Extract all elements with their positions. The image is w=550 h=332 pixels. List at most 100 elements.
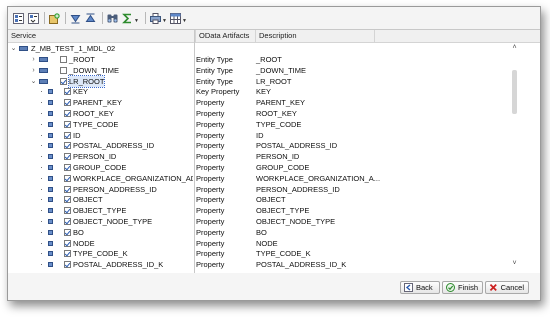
layout-grid-icon bbox=[170, 12, 181, 24]
include-checkbox[interactable] bbox=[64, 131, 71, 139]
artifact-cell: Property bbox=[196, 173, 225, 183]
artifact-cell: Entity Type bbox=[196, 76, 233, 86]
description-cell: POSTAL_ADDRESS_ID bbox=[256, 141, 338, 151]
include-checkbox[interactable] bbox=[64, 164, 71, 171]
tree-connector-dot bbox=[41, 242, 42, 244]
column-header-service[interactable]: Service bbox=[8, 30, 194, 42]
include-checkbox[interactable] bbox=[64, 110, 71, 117]
add-node-button[interactable] bbox=[49, 12, 60, 24]
column-header-row: Service OData Artifacts Description bbox=[8, 30, 540, 43]
finish-button[interactable]: Finish bbox=[442, 281, 483, 294]
toolbar-separator bbox=[44, 12, 45, 24]
include-checkbox[interactable] bbox=[64, 142, 71, 150]
tree-row-property[interactable]: WORKPLACE_ORGANIZATION_ADDI Property WORKP… bbox=[8, 173, 508, 184]
description-cell: _ROOT bbox=[256, 55, 282, 64]
move-down-button[interactable] bbox=[70, 12, 81, 24]
include-checkbox[interactable] bbox=[60, 66, 67, 74]
include-checkbox[interactable] bbox=[64, 99, 71, 107]
tree-row-property[interactable]: PERSON_ID Property PERSON_ID bbox=[8, 151, 508, 162]
find-icon bbox=[107, 14, 118, 22]
artifact-cell: Property bbox=[196, 238, 225, 248]
tree-row-entity-type[interactable]: › _DOWN_TIME Entity Type _DOWN_TIME bbox=[8, 65, 508, 76]
include-checkbox[interactable] bbox=[60, 56, 67, 63]
scroll-up-icon[interactable]: ˄ bbox=[510, 43, 519, 52]
artifact-cell: Property bbox=[196, 195, 225, 205]
tree-row-entity-type[interactable]: ⌄ LR_ROOT Entity Type LR_ROOT bbox=[8, 74, 508, 88]
toolbar-separator bbox=[145, 12, 146, 24]
tree-row-property[interactable]: PARENT_KEY Property PARENT_KEY bbox=[8, 97, 508, 108]
tree-connector-dot bbox=[41, 177, 42, 179]
include-checkbox[interactable] bbox=[64, 228, 71, 236]
description-cell: LR_ROOT bbox=[256, 76, 292, 86]
column-header-description[interactable]: Description bbox=[255, 30, 375, 42]
property-icon bbox=[48, 240, 53, 246]
artifact-cell: Property bbox=[196, 141, 225, 151]
include-checkbox[interactable] bbox=[64, 174, 71, 182]
property-icon bbox=[48, 219, 53, 224]
layout-button[interactable]: ▼ bbox=[170, 12, 187, 24]
vertical-scrollbar[interactable]: ˄ ˅ bbox=[510, 43, 519, 274]
dropdown-caret-icon: ▼ bbox=[162, 18, 167, 24]
description-cell: NODE bbox=[256, 238, 278, 248]
back-button[interactable]: Back bbox=[400, 281, 440, 294]
description-cell: OBJECT_NODE_TYPE bbox=[256, 217, 336, 226]
include-checkbox[interactable] bbox=[64, 153, 71, 161]
tree-row-property[interactable]: OBJECT_TYPE Property OBJECT_TYPE bbox=[8, 205, 508, 216]
tree-row-property[interactable]: BO Property BO bbox=[8, 227, 508, 238]
collapse-chevron-icon[interactable]: ⌄ bbox=[30, 76, 37, 87]
find-button[interactable] bbox=[107, 12, 118, 24]
tree-row-property[interactable]: GROUP_CODE Property GROUP_CODE bbox=[8, 162, 508, 173]
sum-button[interactable]: ▼ bbox=[122, 12, 139, 24]
tree-row-property[interactable]: ROOT_KEY Property ROOT_KEY bbox=[8, 108, 508, 119]
tree-row-property[interactable]: PERSON_ADDRESS_ID Property PERSON_ADDRESS_… bbox=[8, 184, 508, 195]
expand-all-button[interactable] bbox=[13, 12, 24, 24]
description-cell: _DOWN_TIME bbox=[256, 65, 307, 75]
finish-label: Finish bbox=[457, 283, 478, 292]
tree-row-property[interactable]: POSTAL_ADDRESS_ID_K Property POSTAL_ADDRES… bbox=[8, 259, 508, 270]
column-header-artifacts[interactable]: OData Artifacts bbox=[195, 30, 255, 42]
include-checkbox[interactable] bbox=[64, 261, 71, 269]
scroll-down-icon[interactable]: ˅ bbox=[510, 259, 519, 268]
back-label: Back bbox=[416, 283, 433, 292]
tree-connector-dot bbox=[41, 156, 42, 158]
tree-row-property[interactable]: NODE Property NODE bbox=[8, 238, 508, 249]
cancel-button[interactable]: Cancel bbox=[485, 281, 529, 294]
artifact-cell: Property bbox=[196, 249, 225, 259]
include-checkbox[interactable] bbox=[64, 218, 71, 225]
collapse-chevron-icon[interactable]: ⌄ bbox=[10, 43, 17, 54]
include-checkbox[interactable] bbox=[64, 185, 71, 193]
tree-node-label: _ROOT bbox=[69, 55, 95, 64]
print-button[interactable]: ▼ bbox=[150, 12, 167, 24]
include-checkbox[interactable] bbox=[64, 250, 71, 258]
tree-row-property[interactable]: TYPE_CODE Property TYPE_CODE bbox=[8, 119, 508, 130]
include-checkbox[interactable] bbox=[64, 120, 71, 128]
tree-connector-dot bbox=[41, 264, 42, 266]
tree-connector-dot bbox=[41, 167, 42, 168]
expand-chevron-icon[interactable]: › bbox=[30, 54, 37, 65]
artifact-cell: Property bbox=[196, 109, 225, 118]
tree-row-property[interactable]: KEY Key Property KEY bbox=[8, 86, 508, 97]
tree-node-label: _DOWN_TIME bbox=[69, 65, 120, 75]
expand-chevron-icon[interactable]: › bbox=[30, 65, 37, 76]
tree-row-property[interactable]: OBJECT_NODE_TYPE Property OBJECT_NODE_TYPE bbox=[8, 216, 508, 227]
description-cell: OBJECT_TYPE bbox=[256, 206, 310, 216]
vertical-scroll-thumb[interactable] bbox=[512, 70, 517, 114]
tree-row-property[interactable]: ID Property ID bbox=[8, 130, 508, 141]
description-cell: BO bbox=[256, 227, 267, 237]
collapse-all-button[interactable] bbox=[28, 12, 39, 24]
include-checkbox[interactable] bbox=[64, 239, 71, 247]
tree-row-entity-type[interactable]: › _ROOT Entity Type _ROOT bbox=[8, 54, 508, 65]
include-checkbox[interactable] bbox=[60, 77, 67, 85]
tree-row-property[interactable]: OBJECT Property OBJECT bbox=[8, 194, 508, 205]
include-checkbox[interactable] bbox=[64, 196, 71, 204]
tree-root-row[interactable]: ⌄ Z_MB_TEST_1_MDL_02 bbox=[8, 43, 508, 54]
include-checkbox[interactable] bbox=[64, 88, 71, 96]
move-up-button[interactable] bbox=[85, 12, 96, 24]
description-cell: PARENT_KEY bbox=[256, 98, 306, 108]
property-icon bbox=[48, 175, 53, 181]
include-checkbox[interactable] bbox=[64, 207, 71, 215]
tree-row-property[interactable]: POSTAL_ADDRESS_ID Property POSTAL_ADDRESS_… bbox=[8, 140, 508, 151]
description-cell: OBJECT bbox=[256, 195, 286, 205]
tree-row-property[interactable]: TYPE_CODE_K Property TYPE_CODE_K bbox=[8, 248, 508, 259]
artifact-cell: Property bbox=[196, 206, 225, 216]
